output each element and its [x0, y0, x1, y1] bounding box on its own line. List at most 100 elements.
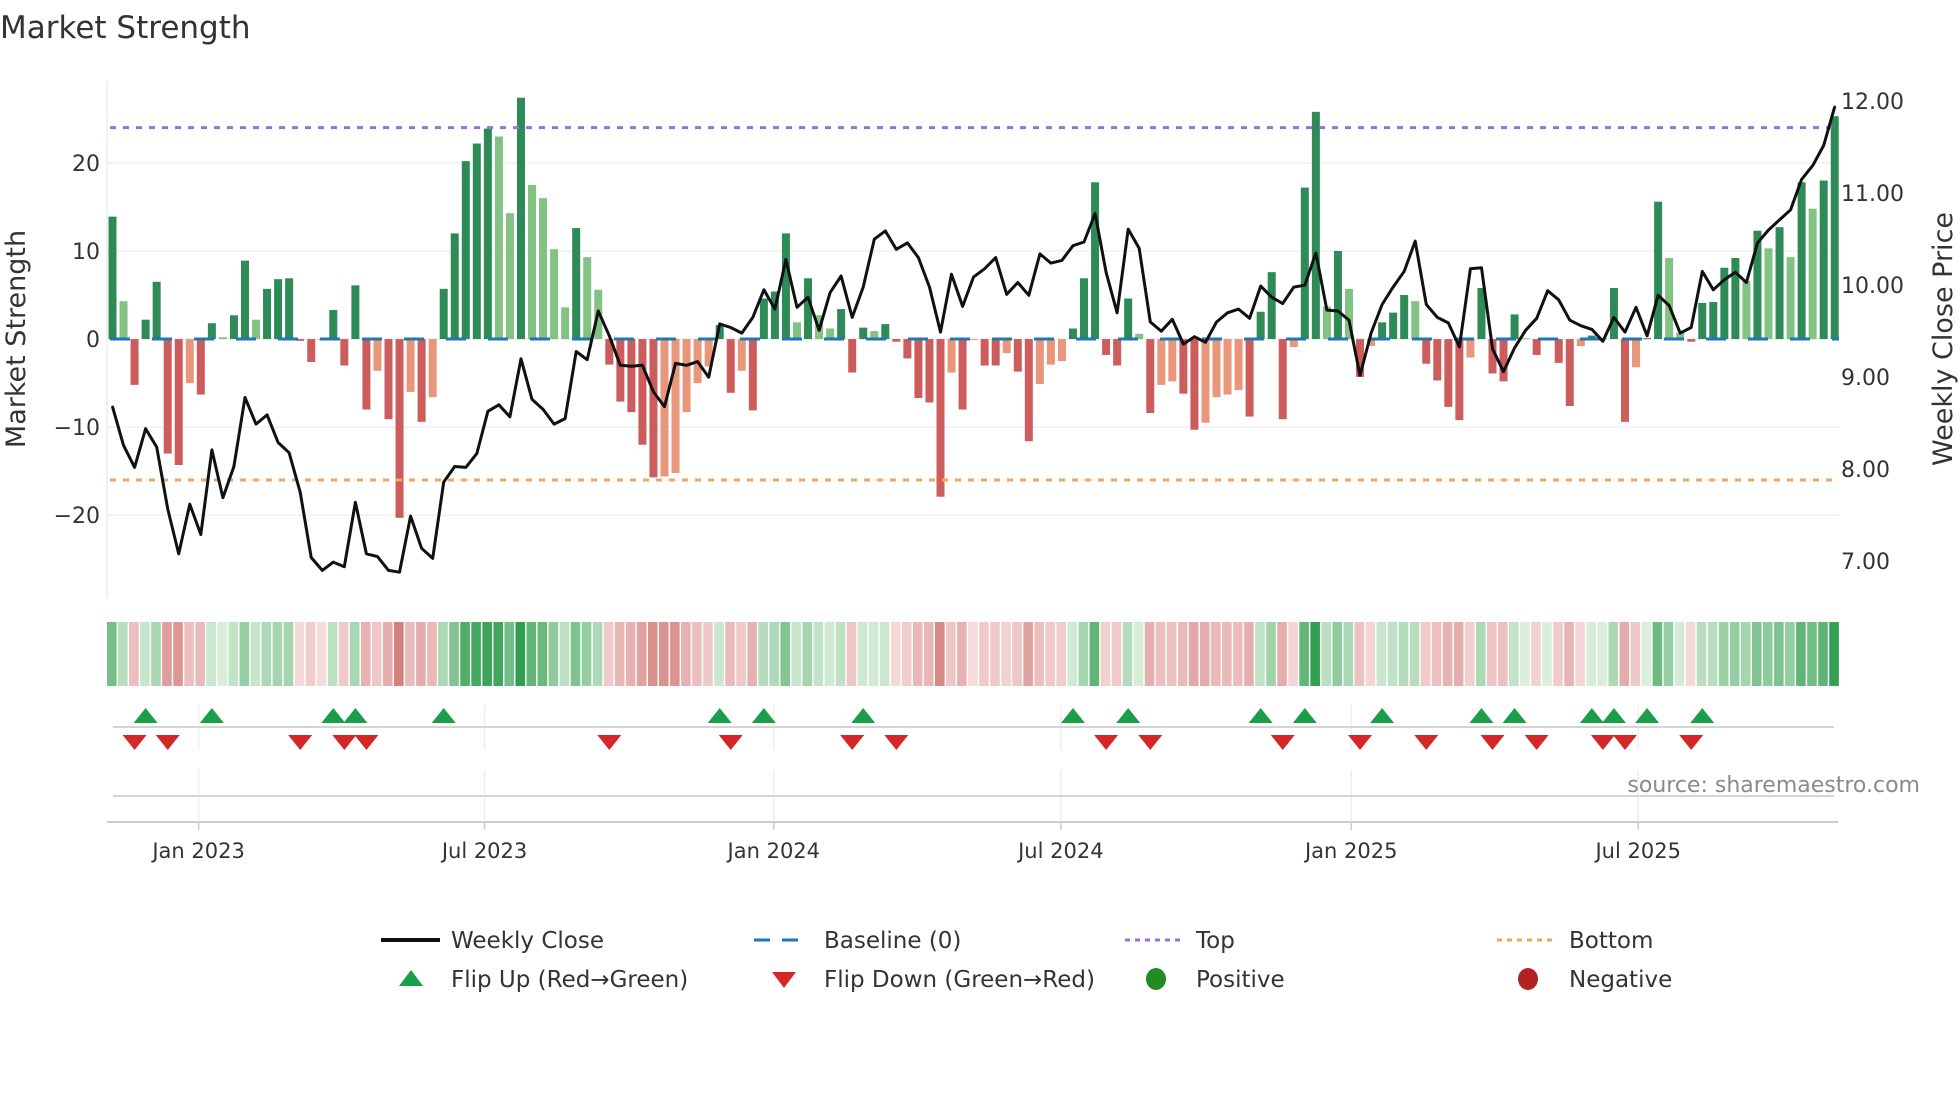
heatmap-cell	[769, 622, 779, 686]
weekly-close-point	[751, 316, 755, 319]
weekly-close-point	[1601, 340, 1605, 343]
heatmap-cell	[548, 622, 559, 686]
heatmap-cell	[1166, 622, 1177, 686]
heatmap-cell	[537, 622, 548, 686]
positive-strength-bar	[494, 136, 503, 340]
positive-strength-bar	[263, 288, 272, 340]
positive-strength-bar	[450, 233, 459, 340]
negative-strength-bar	[848, 339, 857, 373]
heatmap-cell	[427, 622, 437, 686]
heatmap-cell	[405, 622, 415, 686]
weekly-close-point	[243, 396, 247, 399]
legend-item-flip-up[interactable]: Flip Up (Red→Green)	[399, 967, 688, 993]
flip-up-marker	[1292, 708, 1317, 723]
heatmap-cell	[1332, 622, 1343, 686]
weekly-close-point	[1568, 318, 1571, 322]
positive-strength-bar	[1091, 182, 1100, 340]
weekly-close-point	[155, 445, 158, 449]
circle-negative-icon	[1518, 968, 1538, 990]
weekly-close-point	[862, 285, 865, 289]
weekly-close-point	[1115, 311, 1119, 315]
heatmap-cell	[1487, 622, 1497, 686]
weekly-close-point	[950, 272, 953, 276]
heatmap-cell	[1685, 622, 1696, 686]
heatmap-cell	[1111, 622, 1122, 686]
legend-item-negative[interactable]: Negative	[1518, 967, 1672, 993]
flip-up-marker	[1060, 708, 1085, 723]
weekly-close-point	[188, 502, 191, 506]
negative-strength-bar	[130, 339, 139, 385]
heatmap-cell	[1729, 622, 1740, 686]
negative-strength-bar	[1201, 339, 1210, 423]
negative-strength-bar	[649, 339, 658, 478]
weekly-close-point	[563, 417, 567, 420]
legend-item-positive[interactable]: Positive	[1146, 967, 1285, 993]
legend-item-top[interactable]: Top	[1125, 928, 1235, 954]
heatmap-cell	[935, 622, 945, 686]
positive-strength-bar	[329, 309, 338, 340]
heatmap-cell	[946, 622, 956, 686]
negative-strength-bar	[936, 339, 945, 497]
heatmap-cell	[592, 622, 603, 686]
weekly-close-point	[652, 390, 655, 394]
positive-strength-bar	[792, 322, 801, 340]
heatmap-cell	[1089, 622, 1100, 686]
positive-strength-bar	[218, 337, 227, 340]
heatmap-cell	[846, 622, 857, 686]
flip-down-marker	[155, 735, 180, 750]
negative-strength-bar	[406, 339, 415, 392]
x-tick-label: Jan 2025	[1303, 839, 1398, 863]
positive-strength-bar	[1378, 322, 1387, 340]
weekly-close-point	[1535, 317, 1538, 320]
positive-strength-bar	[285, 278, 294, 340]
weekly-close-point	[608, 334, 611, 338]
flip-markers-band	[107, 705, 1838, 830]
negative-strength-bar	[980, 339, 989, 366]
weekly-close-point	[729, 326, 732, 329]
legend-item-weekly-close[interactable]: Weekly Close	[381, 928, 604, 954]
weekly-close-point	[497, 403, 501, 407]
heatmap-cell	[239, 622, 250, 686]
negative-strength-bar	[1102, 339, 1111, 355]
heatmap-cell	[1233, 622, 1243, 686]
heatmap-cell	[968, 622, 978, 686]
right-tick-label: 12.00	[1841, 90, 1904, 115]
flip-up-marker	[1579, 708, 1604, 723]
heatmap-cell	[515, 622, 526, 686]
negative-strength-bar	[1565, 339, 1574, 406]
heatmap-cell	[1774, 622, 1784, 686]
legend-item-flip-down[interactable]: Flip Down (Green→Red)	[772, 967, 1095, 993]
weekly-close-point	[1513, 346, 1516, 349]
weekly-close-point	[442, 480, 445, 484]
right-tick-label: 7.00	[1841, 550, 1890, 575]
heatmap-cell	[1520, 622, 1530, 686]
weekly-close-point	[1402, 270, 1406, 273]
legend-item-bottom[interactable]: Bottom	[1497, 928, 1653, 954]
left-axis-title: Market Strength	[1, 230, 32, 448]
heatmap-cell	[1012, 622, 1022, 686]
weekly-close-point	[1215, 320, 1218, 324]
flip-up-marker	[1469, 708, 1494, 723]
weekly-close-point	[199, 533, 203, 536]
weekly-close-point	[1093, 212, 1097, 215]
flip-down-marker	[597, 735, 622, 750]
weekly-close-point	[508, 415, 512, 418]
heatmap-cell	[217, 622, 227, 686]
heatmap-cell	[1475, 622, 1486, 686]
left-tick-label: −10	[54, 416, 100, 441]
heatmap-cell	[1619, 622, 1630, 686]
positive-strength-bar	[472, 143, 481, 340]
negative-strength-bar	[991, 339, 1000, 366]
negative-strength-bar	[1223, 339, 1232, 395]
legend-item-baseline[interactable]: Baseline (0)	[754, 928, 961, 954]
weekly-close-point	[1546, 289, 1549, 292]
negative-strength-bar	[1278, 339, 1287, 420]
weekly-close-point	[707, 376, 710, 379]
weekly-close-point	[409, 514, 412, 518]
heatmap-cell	[1365, 622, 1376, 686]
heatmap-cell	[1453, 622, 1464, 686]
positive-strength-bar	[550, 249, 559, 340]
weekly-close-point	[1745, 281, 1748, 284]
legend-label: Bottom	[1569, 928, 1653, 954]
flip-up-marker	[1601, 708, 1626, 723]
